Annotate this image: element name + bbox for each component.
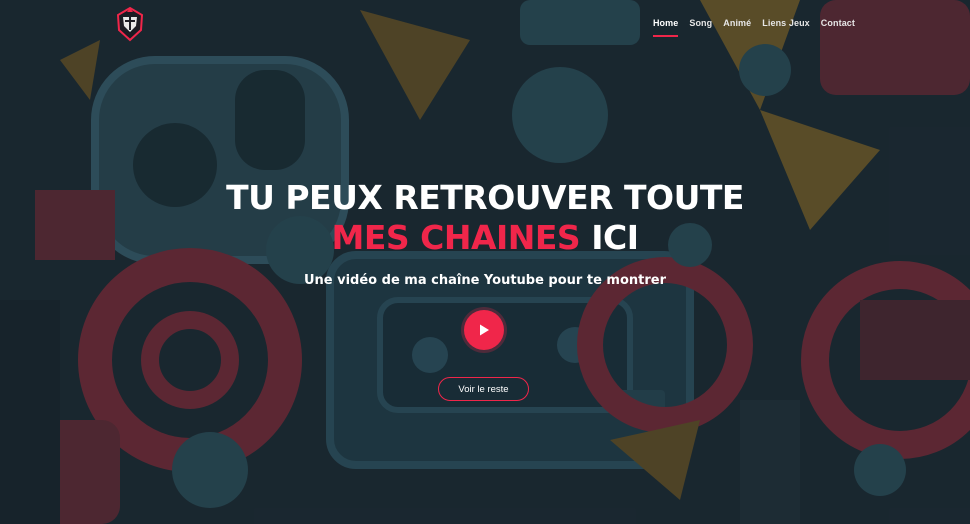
- hero-title-accent: MES CHAINES: [331, 218, 581, 257]
- play-video-button[interactable]: [464, 310, 504, 350]
- hero-title-line-2: MES CHAINES ICI: [0, 218, 970, 258]
- nav-item-anime[interactable]: Animé: [723, 16, 751, 37]
- hero-title-end: ICI: [591, 218, 639, 257]
- voir-le-reste-button[interactable]: Voir le reste: [438, 377, 529, 401]
- hero-subtitle: Une vidéo de ma chaîne Youtube pour te m…: [303, 273, 667, 288]
- play-icon: [480, 324, 489, 336]
- hero-title-line-1: TU PEUX RETROUVER TOUTE: [226, 178, 744, 217]
- nav-item-song[interactable]: Song: [689, 16, 712, 37]
- hero-title: TU PEUX RETROUVER TOUTE MES CHAINES ICI: [0, 178, 970, 258]
- nav-item-liens-jeux[interactable]: Liens Jeux: [762, 16, 810, 37]
- nav-item-home[interactable]: Home: [652, 16, 679, 37]
- hero-overlay: [0, 0, 970, 524]
- main-navigation: Home Song Animé Liens Jeux Contact: [642, 16, 855, 37]
- knight-helmet-logo-icon[interactable]: [114, 6, 146, 42]
- nav-item-contact[interactable]: Contact: [821, 16, 855, 37]
